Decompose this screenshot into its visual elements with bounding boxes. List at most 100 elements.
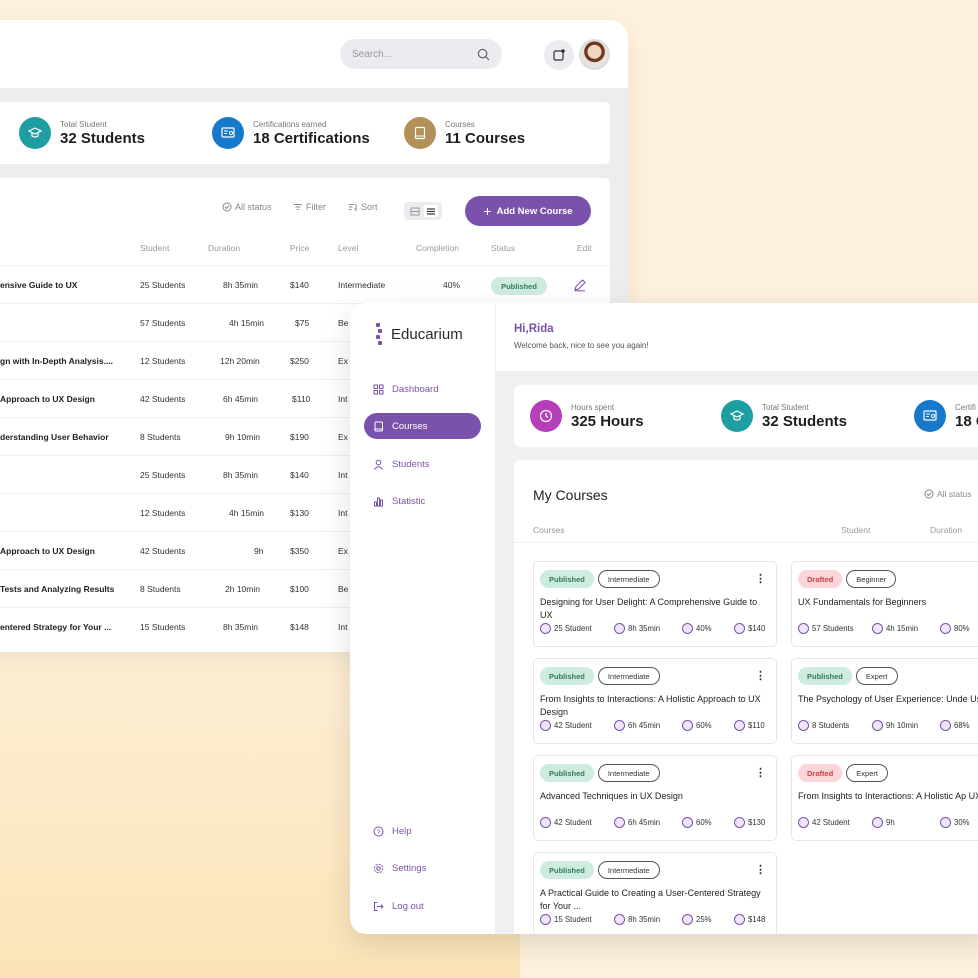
header-price: Price xyxy=(290,243,310,253)
meta-price-value: $148 xyxy=(748,914,766,924)
add-new-course-button[interactable]: + Add New Course xyxy=(465,196,591,226)
row-price: $250 xyxy=(290,356,309,366)
more-options-icon[interactable]: ⋮ xyxy=(755,766,766,779)
level-badge: Intermediate xyxy=(597,667,660,685)
sort-button[interactable]: Sort xyxy=(348,202,378,212)
graduation-cap-icon xyxy=(721,400,753,432)
course-title: Designing for User Delight: A Comprehens… xyxy=(540,597,758,620)
student-icon xyxy=(540,622,551,634)
row-student: 25 Students xyxy=(140,280,186,290)
row-price: $75 xyxy=(295,318,310,328)
graduation-cap-icon xyxy=(19,117,51,149)
meta-price: $130 xyxy=(734,816,765,828)
clock-icon xyxy=(872,719,883,731)
search-input[interactable]: Search... xyxy=(340,39,502,69)
price-icon xyxy=(734,622,745,634)
price-icon xyxy=(734,719,745,731)
meta-students: 42 Student xyxy=(540,816,592,828)
sidebar-item-label: Dashboard xyxy=(392,383,439,395)
status-filter[interactable]: All status xyxy=(924,489,972,499)
more-options-icon[interactable]: ⋮ xyxy=(755,863,766,876)
row-student: 15 Students xyxy=(140,622,186,632)
student-icon xyxy=(540,913,551,925)
grid-view-icon[interactable] xyxy=(408,205,422,217)
status-badge: Drafted xyxy=(798,570,843,588)
sidebar-item-settings[interactable]: Settings xyxy=(364,855,481,881)
meta-duration-value: 6h 45min xyxy=(628,720,661,730)
help-icon: ? xyxy=(373,826,384,836)
sidebar-item-help[interactable]: ? Help xyxy=(364,818,481,844)
level-badge: Expert xyxy=(855,667,898,685)
status-badge: Published xyxy=(540,764,594,782)
brand-logo[interactable]: Educarium xyxy=(376,323,463,345)
more-options-icon[interactable]: ⋮ xyxy=(755,572,766,585)
stat-value: 325 Hours xyxy=(571,412,644,430)
meta-duration: 4h 15min xyxy=(872,622,918,634)
progress-icon xyxy=(682,719,693,731)
sidebar-item-logout[interactable]: Log out xyxy=(364,893,481,919)
course-card[interactable]: Published Intermediate ⋮ From Insights to… xyxy=(533,658,777,744)
sidebar-item-label: Help xyxy=(392,825,412,837)
bar-chart-icon xyxy=(374,497,383,506)
course-card[interactable]: Published Expert The Psychology of User E… xyxy=(791,658,978,744)
price-icon xyxy=(734,913,745,925)
logout-icon xyxy=(374,901,384,911)
user-avatar[interactable] xyxy=(579,39,610,70)
row-level: Ex xyxy=(338,432,348,442)
row-level: Be xyxy=(338,584,349,594)
level-badge: Intermediate xyxy=(597,861,660,879)
meta-students-value: 57 Students xyxy=(812,623,854,633)
meta-price-value: $110 xyxy=(748,720,765,730)
meta-students: 25 Student xyxy=(540,622,592,634)
row-duration: 8h 35min xyxy=(223,470,258,480)
meta-completion-value: 25% xyxy=(696,914,712,924)
top-bar: Search... xyxy=(0,20,628,88)
more-options-icon[interactable]: ⋮ xyxy=(755,669,766,682)
course-card[interactable]: Published Intermediate ⋮ A Practical Guid… xyxy=(533,852,777,934)
sidebar-item-students[interactable]: Students xyxy=(364,451,481,477)
row-level: Int xyxy=(338,394,348,404)
table-row[interactable]: ensive Guide to UX 25 Students 8h 35min … xyxy=(0,265,610,303)
stat-total-students: Total Student 32 Students xyxy=(19,117,145,149)
header-status: Status xyxy=(491,243,516,253)
course-card[interactable]: Drafted Expert From Insights to Interacti… xyxy=(791,755,978,841)
course-card[interactable]: Published Intermediate ⋮ Designing for Us… xyxy=(533,561,777,647)
meta-students: 15 Student xyxy=(540,913,592,925)
sidebar-item-courses[interactable]: Courses xyxy=(364,413,481,439)
meta-students-value: 25 Student xyxy=(554,623,592,633)
row-price: $100 xyxy=(290,584,309,594)
main-content: Hi,Rida Welcome back, nice to see you ag… xyxy=(496,303,978,934)
search-icon[interactable] xyxy=(477,48,490,61)
header-level: Level xyxy=(338,243,359,253)
meta-students: 57 Students xyxy=(798,622,854,634)
meta-duration-value: 6h 45min xyxy=(628,817,661,827)
stat-certifications: Certifications earned 18 Certifications xyxy=(212,117,370,149)
notification-button[interactable] xyxy=(544,40,574,70)
status-badge: Published xyxy=(491,277,547,295)
view-toggle[interactable] xyxy=(404,202,442,220)
row-title: ensive Guide to UX xyxy=(0,280,78,290)
course-card[interactable]: Drafted Beginner UX Fundamentals for Begi… xyxy=(791,561,978,647)
list-view-icon[interactable] xyxy=(424,205,438,217)
row-price: $140 xyxy=(290,280,309,290)
row-level: Int xyxy=(338,622,348,632)
sidebar-item-dashboard[interactable]: Dashboard xyxy=(364,376,481,402)
row-level: Intermediate xyxy=(338,280,386,290)
header-student: Student xyxy=(140,243,170,253)
meta-students-value: 8 Students xyxy=(812,720,850,730)
filter-button[interactable]: Filter xyxy=(293,202,326,212)
row-price: $110 xyxy=(292,394,311,404)
stat-value: 32 Students xyxy=(60,129,146,147)
grid-icon xyxy=(373,384,384,394)
course-card[interactable]: Published Intermediate ⋮ Advanced Techniq… xyxy=(533,755,777,841)
brand-name: Educarium xyxy=(391,325,463,343)
check-circle-icon xyxy=(924,489,934,499)
meta-completion: 80% xyxy=(940,622,970,634)
meta-completion: 30% xyxy=(940,816,970,828)
status-filter[interactable]: All status xyxy=(222,202,272,212)
status-badge: Published xyxy=(540,570,594,588)
edit-pencil-icon[interactable] xyxy=(573,278,587,292)
sidebar-item-statistic[interactable]: Statistic xyxy=(364,488,481,514)
plus-icon: + xyxy=(483,203,492,219)
level-badge: Intermediate xyxy=(597,764,660,782)
